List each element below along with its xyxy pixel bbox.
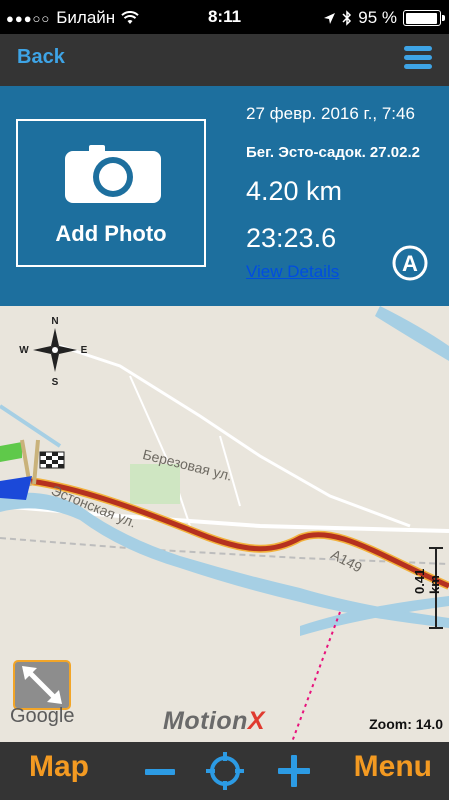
compass-w: W [19, 345, 29, 356]
pointer-line [291, 611, 341, 742]
fullscreen-toggle-button[interactable] [13, 660, 71, 710]
map-button[interactable]: Map [29, 750, 89, 784]
brand-motion: Motion [163, 707, 248, 735]
battery-percent: 95 % [358, 8, 397, 27]
battery-fill [405, 12, 437, 24]
brand-x: X [247, 707, 266, 735]
activity-badge-letter: A [402, 251, 418, 276]
workout-summary-panel: Add Photo 27 февр. 2016 г., 7:46 Бег. Эс… [0, 86, 449, 306]
compass-n: N [51, 316, 58, 327]
map-view[interactable]: N S E W Березовая ул. Эстонская ул. А149… [0, 306, 449, 742]
camera-icon [65, 145, 161, 203]
google-logo: Google [10, 705, 75, 727]
activity-badge-icon[interactable]: A [391, 244, 429, 282]
add-photo-label: Add Photo [55, 221, 167, 246]
add-photo-button[interactable]: Add Photo [16, 119, 206, 267]
back-button[interactable]: Back [17, 46, 65, 69]
scale-label: 0.41 km [412, 568, 442, 594]
hamburger-icon[interactable] [404, 46, 432, 70]
view-details-link[interactable]: View Details [246, 262, 339, 282]
workout-duration: 23:23.6 [246, 223, 337, 253]
zoom-level: Zoom: 14.0 [369, 716, 443, 732]
zoom-in-icon[interactable] [276, 753, 312, 789]
bottom-toolbar: Map Menu [0, 742, 449, 800]
locate-me-icon[interactable] [205, 751, 245, 791]
compass-e: E [81, 345, 88, 356]
battery-icon [403, 10, 445, 26]
workout-date: 27 февр. 2016 г., 7:46 [246, 104, 415, 123]
bluetooth-icon [342, 10, 352, 26]
expand-arrows-icon [22, 666, 62, 704]
status-right: 95 % [323, 8, 445, 28]
zoom-out-icon[interactable] [143, 755, 177, 789]
workout-name: Бег. Эсто-садок. 27.02.2 [246, 144, 420, 161]
location-arrow-icon [324, 12, 336, 24]
motionx-logo: MotionX [163, 707, 265, 736]
nav-bar: Back [0, 34, 449, 86]
menu-button[interactable]: Menu [354, 750, 432, 784]
compass-s: S [52, 377, 59, 388]
workout-distance: 4.20 km [246, 176, 343, 206]
status-bar: ●●●○○ Билайн 8:11 95 % [0, 0, 449, 34]
